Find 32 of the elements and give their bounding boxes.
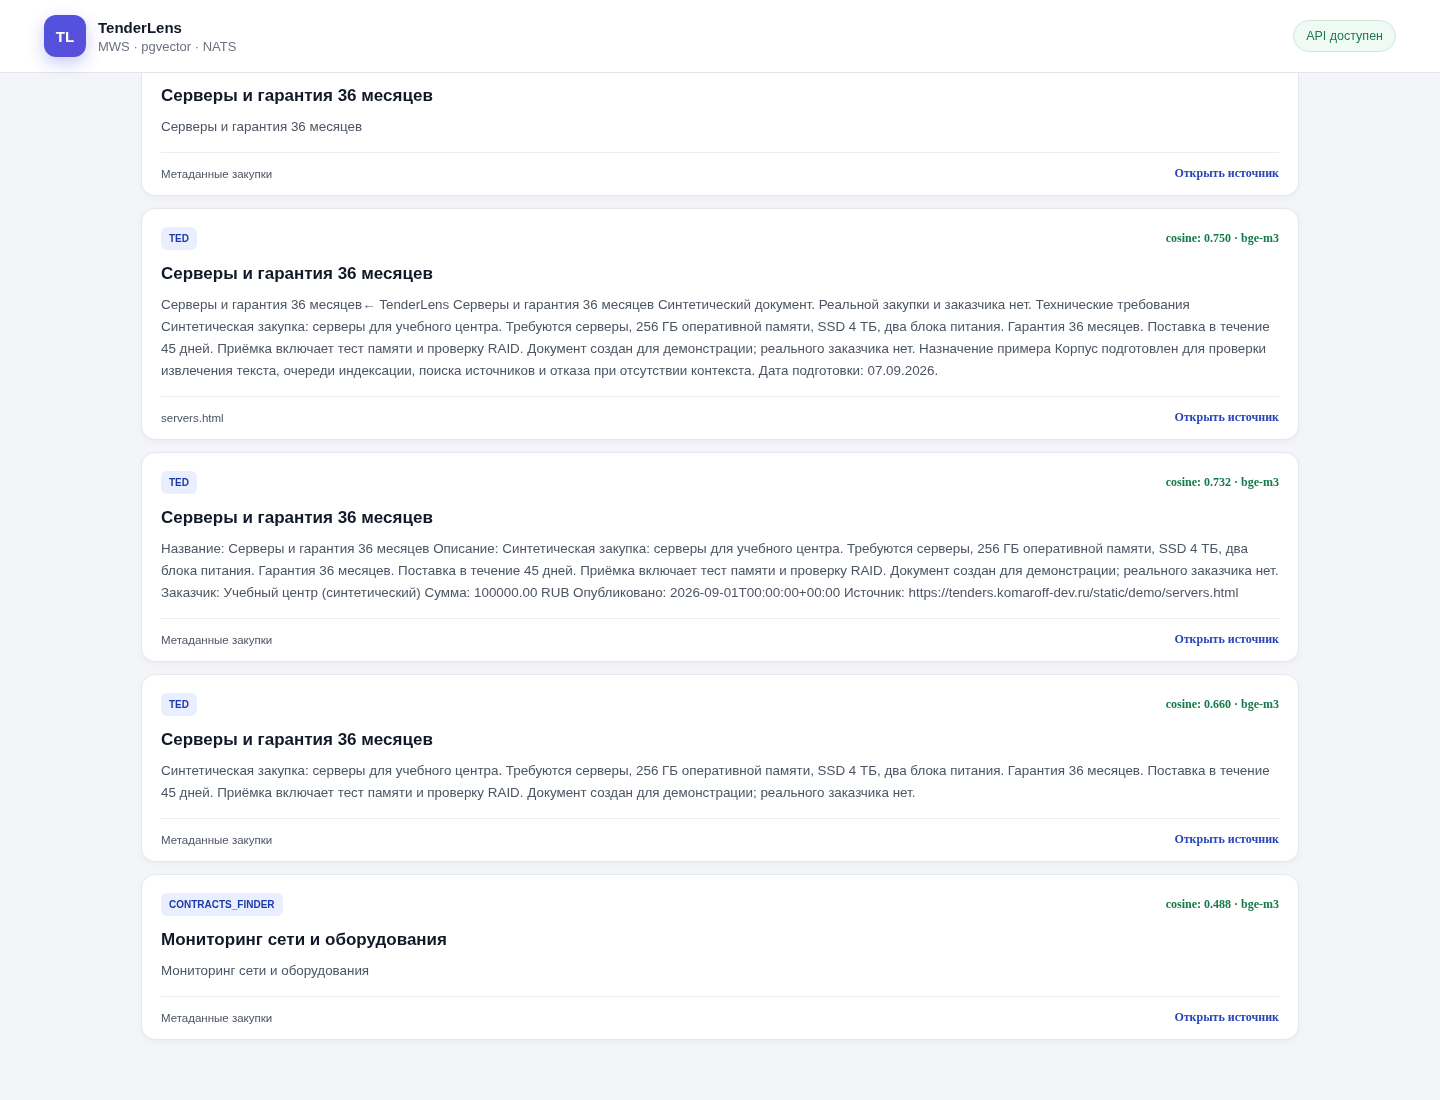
- result-meta: Метаданные закупки: [161, 1011, 273, 1024]
- app-title: TenderLens: [98, 18, 183, 36]
- source-badge: TED: [161, 227, 197, 250]
- similarity-score: cosine: 0.732 · bge-m3: [1165, 475, 1279, 490]
- result-meta: Метаданные закупки: [161, 833, 273, 846]
- result-title: Мониторинг сети и оборудования: [161, 930, 448, 950]
- result-meta: servers.html: [161, 411, 224, 424]
- open-source-link[interactable]: Открыть источник: [1174, 832, 1279, 847]
- result-snippet: Серверы и гарантия 36 месяцев← TenderLens Серверы и гарантия 36 месяцев Синтетический документ. Реальной закупки и заказчика нет. Технические требования Синтетическая закупка: серверы для учебного центра. Требуются серверы, 256 ГБ оперативной памяти, SSD 4 ТБ, два блока питания. Гарантия 36 месяцев. Поставка в течение 45 дней. Приёмка включает тест памяти и проверку RAID. Документ создан для демонстрации; реального заказчика нет. Назначение примера Корпус подготовлен для проверки извлечения текста, очереди индексации, поиска источников и отказа при отсутствии контекста. Дата подготовки: 07.09.2026.: [161, 296, 1271, 380]
- source-badge: TED: [161, 693, 197, 716]
- api-status-badge: API доступен: [1293, 20, 1396, 52]
- similarity-score: cosine: 0.660 · bge-m3: [1165, 697, 1279, 712]
- result-title: Серверы и гарантия 36 месяцев: [161, 264, 434, 284]
- open-source-link[interactable]: Открыть источник: [1174, 166, 1279, 181]
- similarity-score: cosine: 0.488 · bge-m3: [1165, 897, 1279, 912]
- source-badge: TED: [161, 471, 197, 494]
- source-badge: CONTRACTS_FINDER: [161, 893, 283, 916]
- result-title: Серверы и гарантия 36 месяцев: [161, 730, 434, 750]
- result-meta: Метаданные закупки: [161, 633, 273, 646]
- result-title: Серверы и гарантия 36 месяцев: [161, 86, 434, 106]
- open-source-link[interactable]: Открыть источник: [1174, 632, 1279, 647]
- result-snippet: Мониторинг сети и оборудования: [161, 962, 371, 980]
- open-source-link[interactable]: Открыть источник: [1174, 410, 1279, 425]
- open-source-link[interactable]: Открыть источник: [1174, 1010, 1279, 1025]
- similarity-score: cosine: 0.750 · bge-m3: [1165, 231, 1279, 246]
- result-meta: Метаданные закупки: [161, 167, 273, 180]
- app-subtitle: MWS · pgvector · NATS: [98, 38, 237, 54]
- result-snippet: Синтетическая закупка: серверы для учебного центра. Требуются серверы, 256 ГБ оперативной памяти, SSD 4 ТБ, два блока питания. Гарантия 36 месяцев. Поставка в течение 45 дней. Приёмка включает тест памяти и проверку RAID. Документ создан для демонстрации; реального заказчика нет.: [161, 762, 1271, 802]
- result-title: Серверы и гарантия 36 месяцев: [161, 508, 434, 528]
- app-logo: TL: [44, 15, 86, 57]
- result-snippet: Серверы и гарантия 36 месяцев: [161, 118, 364, 136]
- result-snippet: Название: Серверы и гарантия 36 месяцев Описание: Синтетическая закупка: серверы для учебного центра. Требуются серверы, 256 ГБ оперативной памяти, SSD 4 ТБ, два блока питания. Гарантия 36 месяцев. Поставка в течение 45 дней. Приёмка включает тест памяти и проверку RAID. Документ создан для демонстрации; реального заказчика нет. Заказчик: Учебный центр (синтетический) Сумма: 100000.00 RUB Опубликовано: 2026-09-01T00:00:00+00:00 Источник: https://tenders.komaroff-dev.ru/static/demo/servers.html: [161, 540, 1279, 602]
